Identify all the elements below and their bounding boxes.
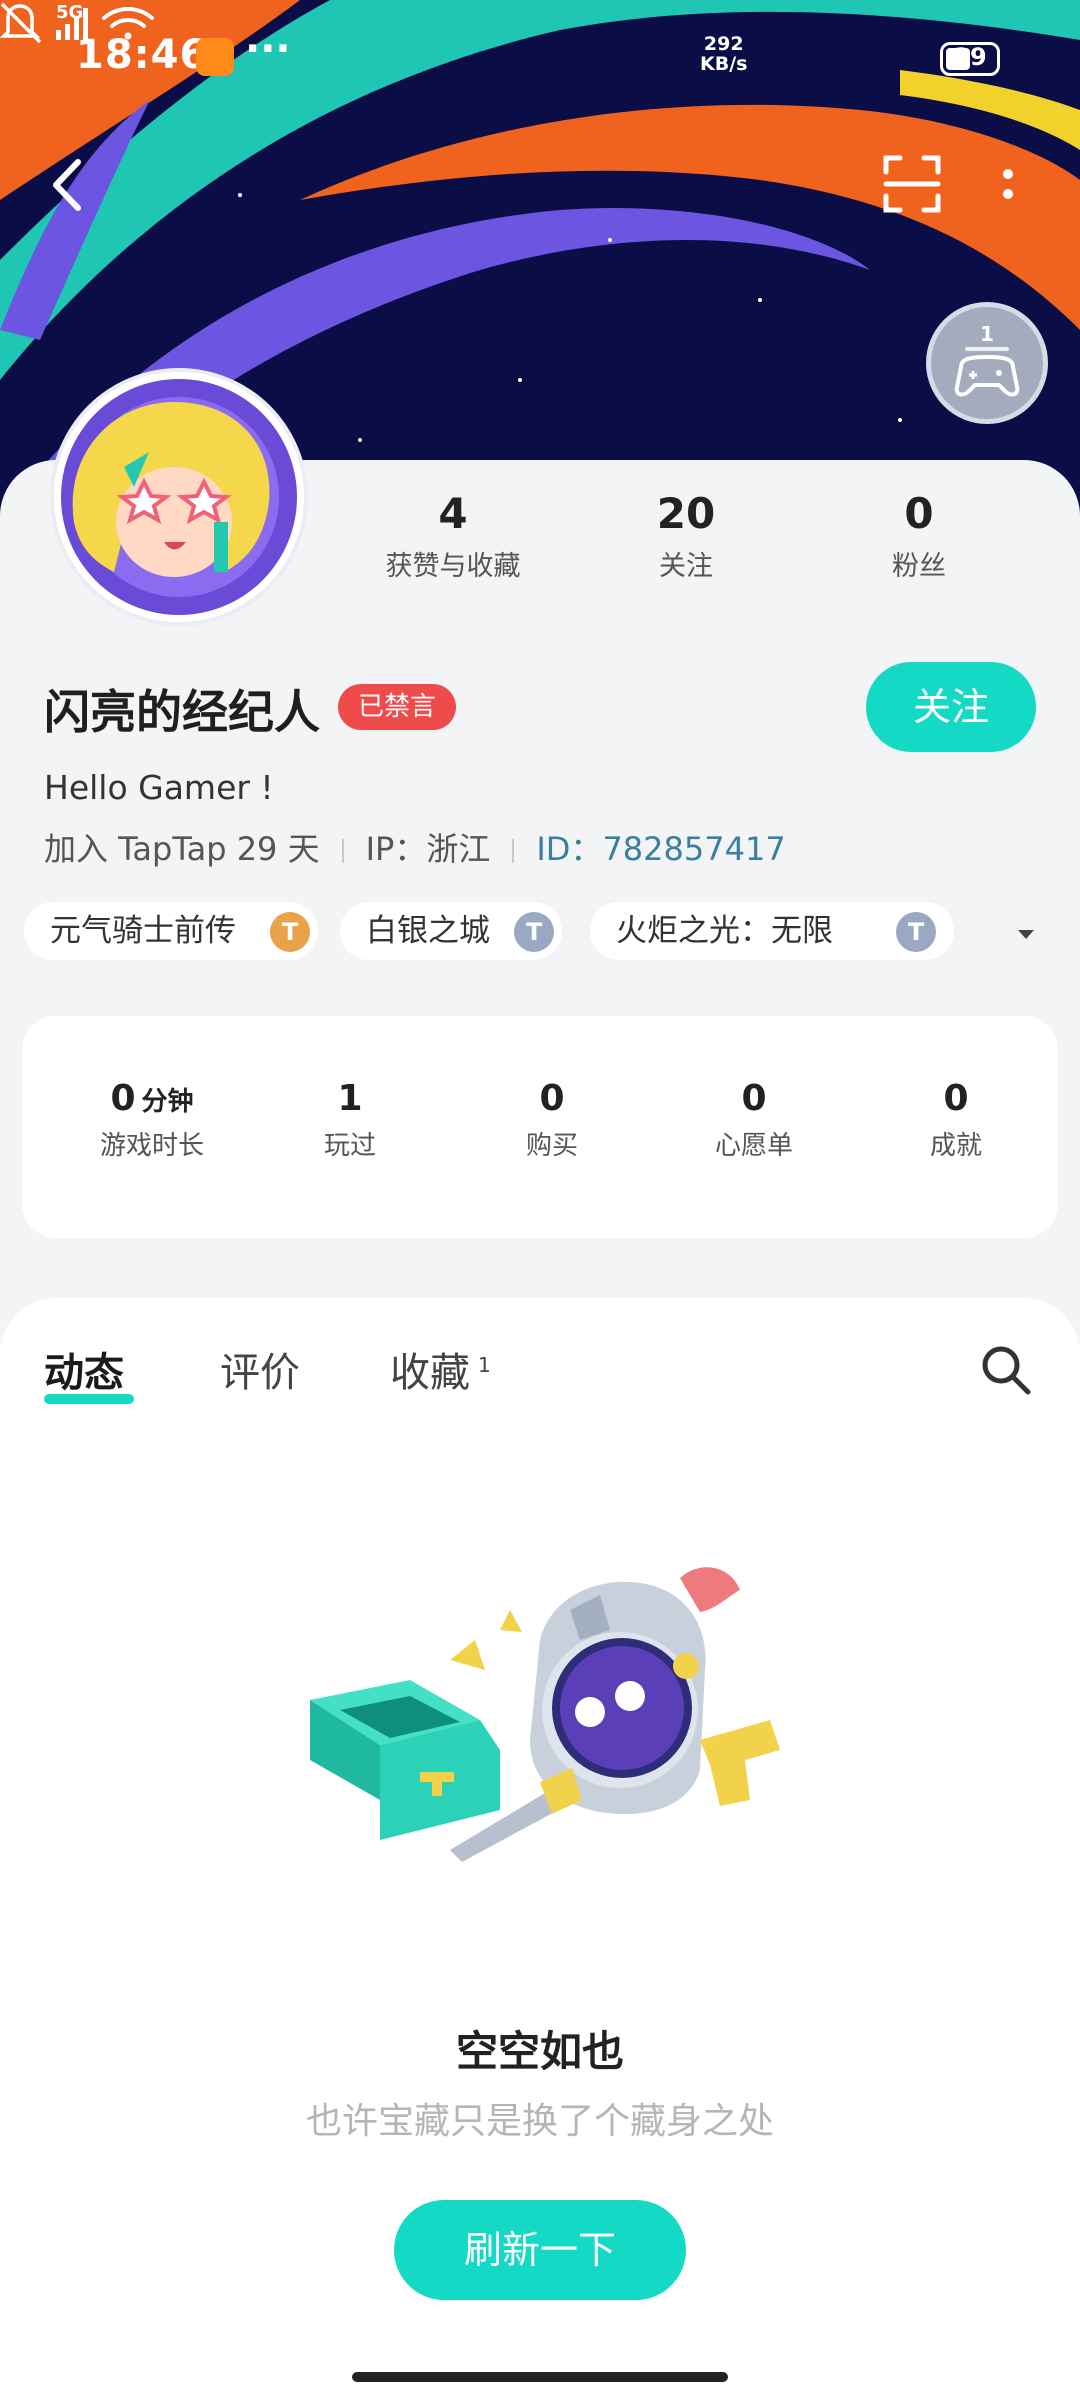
stat-following[interactable]: 20 关注 — [576, 488, 796, 583]
wifi-icon — [102, 7, 154, 40]
stat-playtime-value: 0 — [110, 1078, 136, 1119]
stat-played-value: 1 — [337, 1078, 363, 1119]
divider — [512, 839, 515, 863]
expand-games-button[interactable] — [1014, 922, 1038, 946]
game-tag-name: 白银之城 — [366, 913, 490, 949]
back-button[interactable] — [40, 150, 100, 220]
stat-likes[interactable]: 4 获赞与收藏 — [343, 488, 563, 583]
stat-playtime[interactable]: 0 分钟 游戏时长 — [52, 1078, 252, 1162]
divider — [341, 839, 344, 863]
back-arrow-icon — [53, 159, 81, 211]
stat-followers[interactable]: 0 粉丝 — [809, 488, 1029, 583]
user-id-value[interactable]: 782857417 — [602, 830, 785, 868]
more-options-button[interactable] — [990, 160, 1026, 216]
tab-reviews[interactable]: 评价 — [220, 1340, 300, 1398]
game-tag[interactable]: 元气骑士前传 T — [24, 902, 318, 960]
avatar-image — [54, 372, 304, 622]
status-icons: 5G — [0, 2, 154, 44]
stat-following-label: 关注 — [659, 551, 713, 582]
stat-achievements-label: 成就 — [929, 1131, 982, 1161]
stat-likes-value: 4 — [438, 489, 468, 538]
stat-wishlist[interactable]: 0 心愿单 — [654, 1078, 854, 1162]
scan-button[interactable] — [880, 152, 944, 216]
stat-purchased[interactable]: 0 购买 — [452, 1078, 652, 1162]
svg-text:1: 1 — [980, 322, 994, 346]
follow-button[interactable]: 关注 — [866, 662, 1036, 752]
stat-likes-label: 获赞与收藏 — [385, 551, 521, 582]
user-meta: 加入 TapTap 29 天 IP：浙江 ID：782857417 — [44, 824, 786, 870]
treasure-chest-icon — [310, 1680, 500, 1840]
tab-favorites[interactable]: 收藏 1 — [390, 1340, 491, 1398]
user-bio: Hello Gamer ! — [44, 768, 274, 807]
scan-icon — [883, 155, 941, 213]
battery-icon: 39 — [940, 42, 1000, 76]
game-tag[interactable]: 火炬之光：无限 T — [590, 902, 954, 960]
stat-purchased-label: 购买 — [525, 1131, 578, 1161]
refresh-button[interactable]: 刷新一下 — [394, 2200, 686, 2300]
stat-following-value: 20 — [656, 489, 716, 538]
mute-icon — [0, 2, 42, 44]
stat-wishlist-label: 心愿单 — [714, 1131, 793, 1161]
empty-state-title: 空空如也 — [455, 2027, 624, 2076]
active-tab-indicator — [44, 1394, 134, 1404]
player-level-badge[interactable]: 1 — [926, 302, 1048, 424]
taptap-level-icon: T — [270, 912, 310, 952]
stat-played[interactable]: 1 玩过 — [250, 1078, 450, 1162]
game-tag-name: 火炬之光：无限 — [616, 913, 833, 949]
taptap-level-icon: T — [514, 912, 554, 952]
favorites-count: 1 — [478, 1352, 491, 1377]
notification-app-icon — [196, 38, 234, 76]
stat-achievements-value: 0 — [943, 1078, 969, 1119]
taptap-level-icon: T — [896, 912, 936, 952]
network-type: 5G — [56, 2, 83, 23]
home-indicator[interactable] — [352, 2372, 728, 2382]
username: 闪亮的经纪人 — [44, 685, 320, 739]
knight-mascot-icon — [450, 1567, 780, 1862]
stat-followers-label: 粉丝 — [892, 551, 946, 582]
more-notifications-icon: ··· — [245, 26, 291, 72]
stat-playtime-label: 游戏时长 — [99, 1131, 204, 1161]
content-panel: 动态 评价 收藏 1 空空如也 也许宝藏只是换了个藏身之处 刷新一下 — [0, 1298, 1080, 2400]
stat-purchased-value: 0 — [539, 1078, 565, 1119]
ip-location: IP：浙江 — [365, 830, 491, 868]
triangle-down-icon — [1018, 930, 1034, 939]
tab-activity[interactable]: 动态 — [44, 1340, 124, 1398]
search-icon — [982, 1346, 1031, 1395]
empty-state-subtitle: 也许宝藏只是换了个藏身之处 — [305, 2101, 774, 2142]
gamepad-icon: 1 — [954, 322, 1020, 397]
game-stats-card: 0 分钟 游戏时长 1 玩过 0 购买 0 心愿单 0 成就 — [22, 1016, 1058, 1238]
stat-played-label: 玩过 — [323, 1131, 376, 1161]
banned-badge: 已禁言 — [338, 684, 457, 730]
join-duration: 加入 TapTap 29 天 — [44, 830, 320, 868]
avatar[interactable] — [54, 372, 304, 622]
status-bar: 18:46 ··· 292 KB/s 5G 39 — [0, 0, 1080, 120]
game-tag[interactable]: 白银之城 T — [340, 902, 562, 960]
stat-playtime-unit: 分钟 — [141, 1087, 194, 1117]
game-tag-name: 元气骑士前传 — [50, 913, 236, 949]
stat-achievements[interactable]: 0 成就 — [856, 1078, 1056, 1162]
stat-followers-value: 0 — [904, 489, 934, 538]
search-button[interactable] — [978, 1342, 1034, 1398]
stat-wishlist-value: 0 — [741, 1078, 767, 1119]
network-speed: 292 KB/s — [700, 33, 748, 75]
empty-state-illustration — [310, 1567, 780, 1862]
user-id-label: ID： — [536, 830, 603, 868]
more-vertical-icon — [1003, 169, 1013, 199]
